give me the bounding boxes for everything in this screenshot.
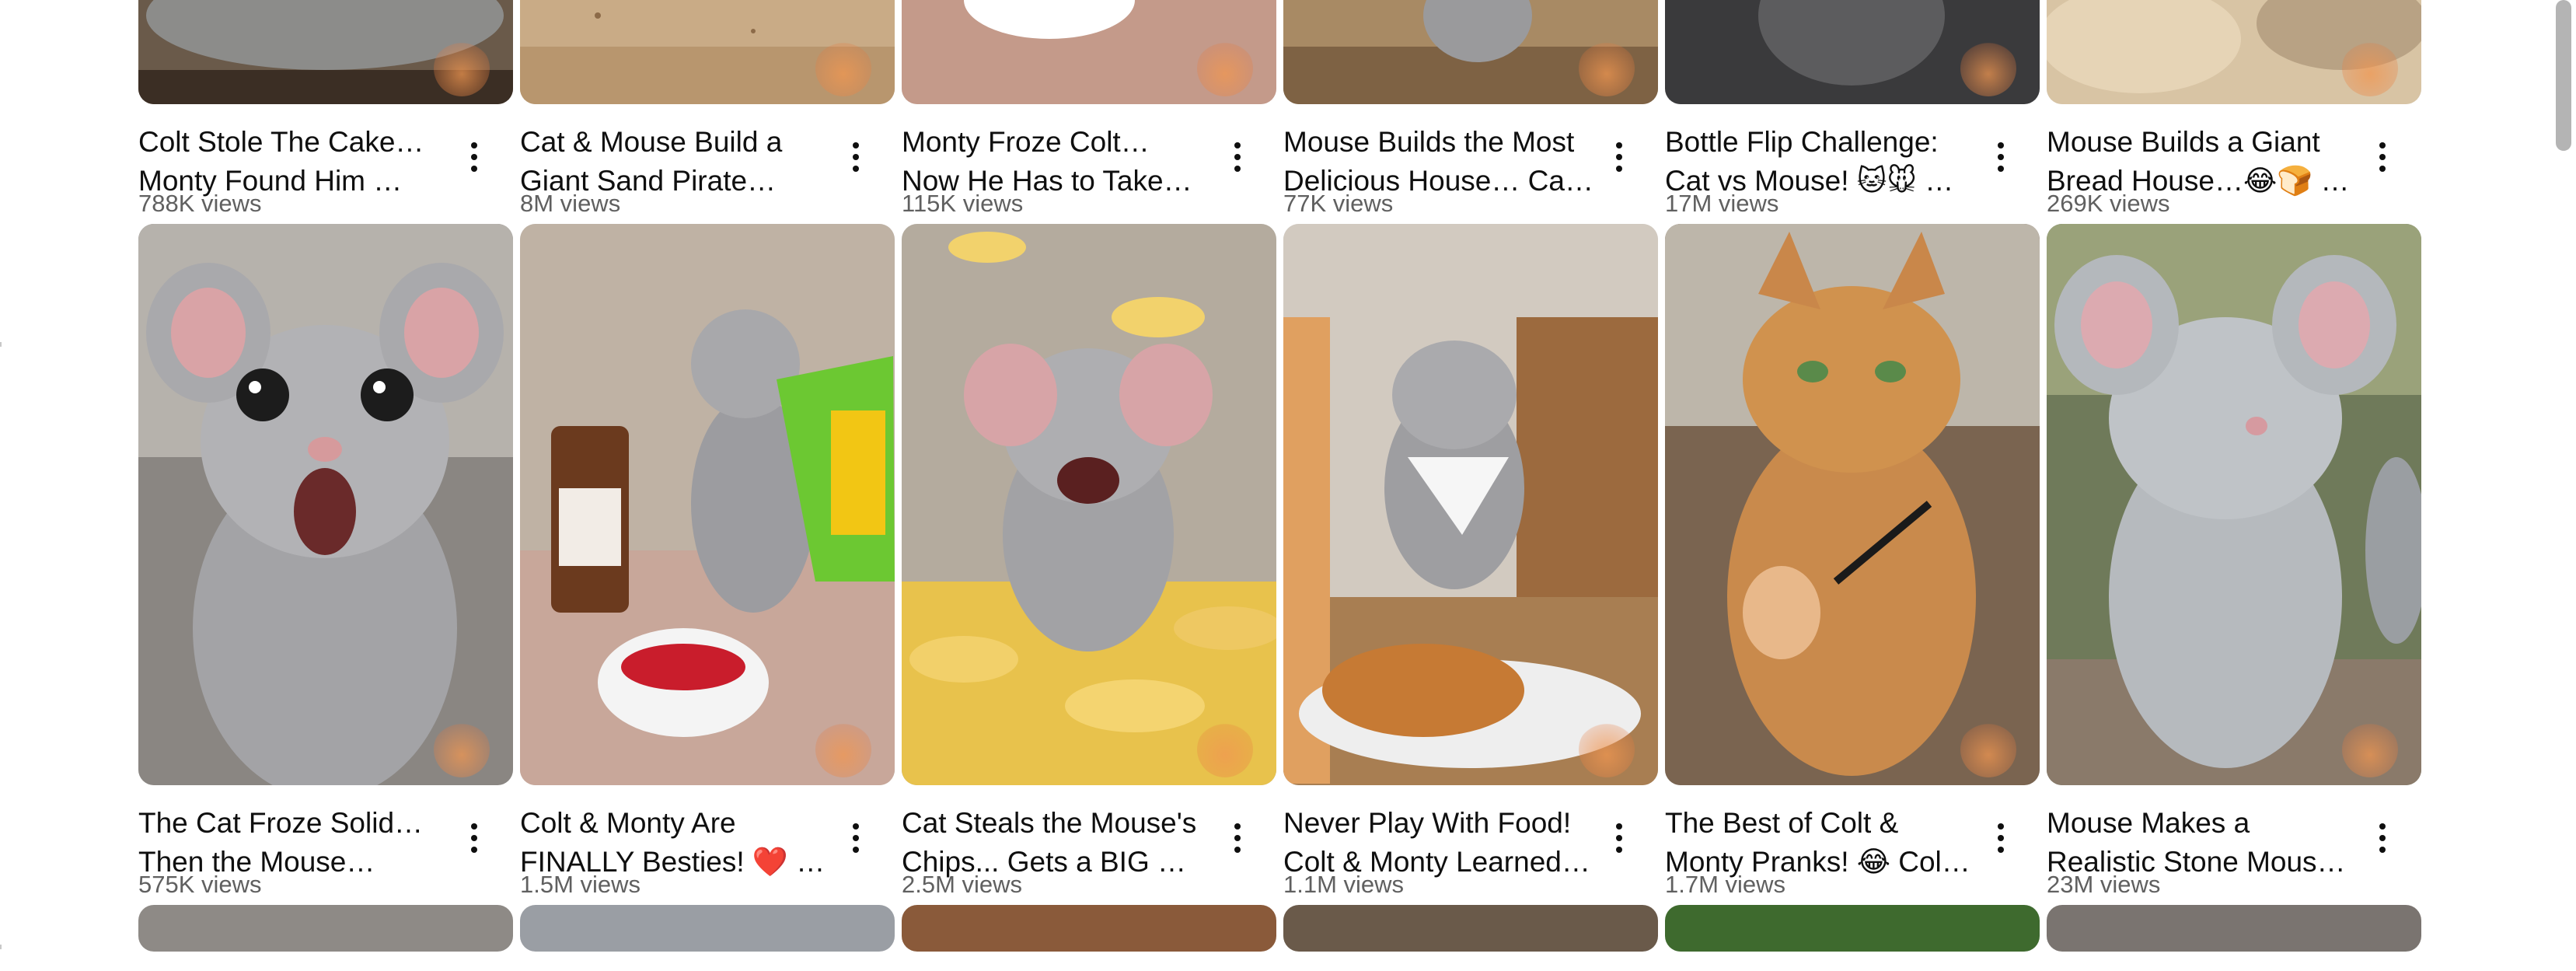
more-options-button[interactable] <box>840 815 871 861</box>
video-thumbnail[interactable] <box>2047 905 2421 952</box>
video-thumbnail[interactable] <box>1665 0 2040 104</box>
kebab-menu-icon <box>853 823 859 830</box>
kebab-menu-icon <box>1616 823 1622 830</box>
video-thumbnail[interactable] <box>1283 0 1658 104</box>
video-card[interactable] <box>138 905 513 952</box>
video-thumbnail[interactable] <box>1665 905 2040 952</box>
video-thumbnail[interactable] <box>902 905 1276 952</box>
video-card[interactable]: Bottle Flip Challenge: Cat vs Mouse! 🐱🐭 … <box>1665 0 2040 224</box>
view-count: 1.7M views <box>1665 871 1786 898</box>
video-card[interactable] <box>1665 905 2040 952</box>
more-options-button[interactable] <box>2367 815 2398 861</box>
kebab-menu-icon <box>853 142 859 148</box>
more-options-button[interactable] <box>1222 134 1253 180</box>
more-options-button[interactable] <box>459 134 490 180</box>
more-options-button[interactable] <box>1604 815 1635 861</box>
scrollbar[interactable] <box>2550 0 2576 971</box>
more-options-button[interactable] <box>1222 815 1253 861</box>
view-count: 8M views <box>520 190 621 217</box>
video-card[interactable] <box>1283 905 1658 952</box>
view-count: 1.1M views <box>1283 871 1405 898</box>
view-count: 17M views <box>1665 190 1779 217</box>
view-count: 2.5M views <box>902 871 1023 898</box>
video-thumbnail[interactable] <box>1283 905 1658 952</box>
more-options-button[interactable] <box>2367 134 2398 180</box>
video-thumbnail[interactable] <box>902 224 1276 785</box>
view-count: 575K views <box>138 871 262 898</box>
kebab-menu-icon <box>1998 142 2004 148</box>
video-thumbnail[interactable] <box>2047 0 2421 104</box>
video-card[interactable]: Cat Steals the Mouse's Chips... Gets a B… <box>902 224 1276 905</box>
video-card[interactable]: Cat & Mouse Build a Giant Sand Pirate Sh… <box>520 0 895 224</box>
edge-marker <box>0 342 2 347</box>
video-card[interactable]: Monty Froze Colt… Now He Has to Take Car… <box>902 0 1276 224</box>
view-count: 23M views <box>2047 871 2161 898</box>
kebab-menu-icon <box>1616 142 1622 148</box>
video-card[interactable]: Colt Stole The Cake… Monty Found Him … 7… <box>138 0 513 224</box>
shorts-grid: Colt Stole The Cake… Monty Found Him … 7… <box>138 0 2422 952</box>
kebab-menu-icon <box>471 823 477 830</box>
view-count: 788K views <box>138 190 262 217</box>
kebab-menu-icon <box>1234 823 1241 830</box>
video-card[interactable] <box>520 905 895 952</box>
kebab-menu-icon <box>471 142 477 148</box>
edge-marker <box>0 945 2 949</box>
video-thumbnail[interactable] <box>520 905 895 952</box>
kebab-menu-icon <box>2379 823 2386 830</box>
more-options-button[interactable] <box>459 815 490 861</box>
video-card[interactable] <box>902 905 1276 952</box>
more-options-button[interactable] <box>1604 134 1635 180</box>
video-thumbnail[interactable] <box>902 0 1276 104</box>
video-thumbnail[interactable] <box>520 224 895 785</box>
kebab-menu-icon <box>2379 142 2386 148</box>
more-options-button[interactable] <box>1985 815 2016 861</box>
video-card[interactable]: Never Play With Food! Colt & Monty Learn… <box>1283 224 1658 905</box>
video-card[interactable]: Colt & Monty Are FINALLY Besties! ❤️ … 1… <box>520 224 895 905</box>
view-count: 1.5M views <box>520 871 641 898</box>
more-options-button[interactable] <box>1985 134 2016 180</box>
view-count: 269K views <box>2047 190 2170 217</box>
kebab-menu-icon <box>1234 142 1241 148</box>
video-thumbnail[interactable] <box>138 0 513 104</box>
video-thumbnail[interactable] <box>2047 224 2421 785</box>
video-thumbnail[interactable] <box>138 905 513 952</box>
video-card[interactable]: Mouse Builds the Most Delicious House… C… <box>1283 0 1658 224</box>
video-thumbnail[interactable] <box>520 0 895 104</box>
video-thumbnail[interactable] <box>138 224 513 785</box>
scrollbar-thumb[interactable] <box>2556 0 2571 151</box>
video-card[interactable]: Mouse Builds a Giant Bread House…😂🍞 … 26… <box>2047 0 2421 224</box>
video-card[interactable]: The Best of Colt & Monty Pranks! 😂 Colt … <box>1665 224 2040 905</box>
kebab-menu-icon <box>1998 823 2004 830</box>
video-thumbnail[interactable] <box>1283 224 1658 785</box>
view-count: 77K views <box>1283 190 1394 217</box>
video-thumbnail[interactable] <box>1665 224 2040 785</box>
video-card[interactable]: The Cat Froze Solid… Then the Mouse Save… <box>138 224 513 905</box>
more-options-button[interactable] <box>840 134 871 180</box>
view-count: 115K views <box>902 190 1024 217</box>
video-card[interactable] <box>2047 905 2421 952</box>
video-card[interactable]: Mouse Makes a Realistic Stone Mouse … 23… <box>2047 224 2421 905</box>
